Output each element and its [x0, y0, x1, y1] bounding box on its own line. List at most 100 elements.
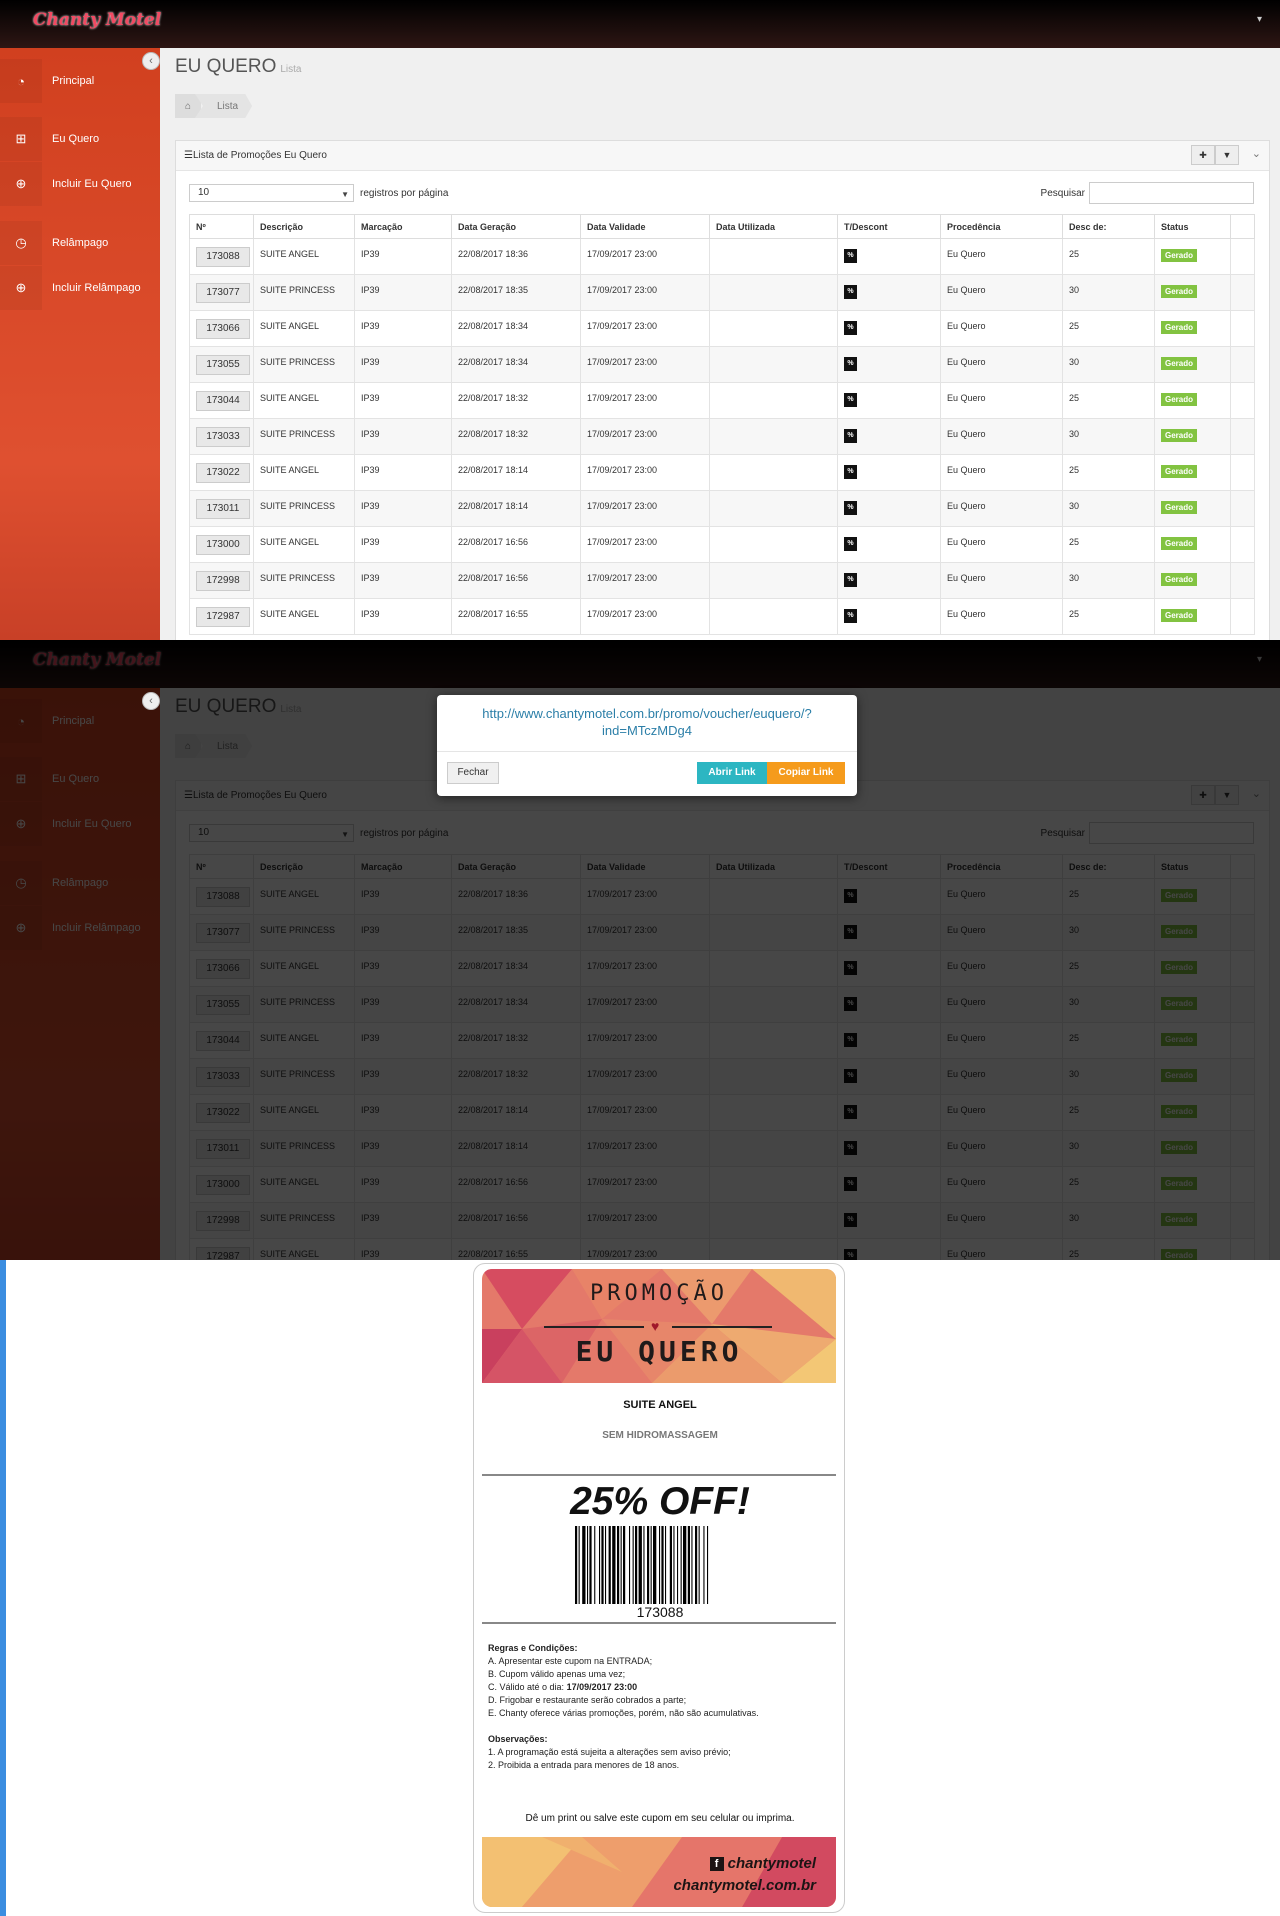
table-cell-marc: IP39: [354, 526, 452, 563]
table-cell-tipo: %: [837, 526, 941, 563]
column-header[interactable]: Nº: [189, 214, 254, 239]
status-badge: Gerado: [1161, 429, 1198, 442]
table-cell-desc: SUITE PRINCESS: [253, 346, 355, 383]
table-cell-status: Gerado: [1154, 454, 1231, 491]
percent-icon: %: [844, 429, 857, 443]
table-row: 172998SUITE PRINCESSIP3922/08/2017 16:56…: [189, 562, 1255, 599]
home-icon[interactable]: ⌂: [175, 94, 201, 118]
status-badge: Gerado: [1161, 501, 1198, 514]
voucher-id-button[interactable]: 172998: [196, 571, 250, 591]
table-cell-id: 173055: [189, 346, 254, 383]
table-cell-val: 17/09/2017 23:00: [580, 274, 710, 311]
table-cell-pct: 25: [1062, 238, 1155, 275]
barcode-bar: [629, 1526, 631, 1604]
sidebar-item-incluir-relâmpago[interactable]: ⊕ Incluir Relâmpago: [0, 266, 160, 310]
sidebar-item-principal[interactable]: ◔ Principal: [0, 59, 160, 103]
breadcrumb-item-lista[interactable]: Lista: [195, 94, 253, 118]
voucher-id-button[interactable]: 173022: [196, 463, 250, 483]
table-cell-pct: 25: [1062, 382, 1155, 419]
table-cell-gen: 22/08/2017 18:34: [451, 346, 581, 383]
user-menu-caret-icon[interactable]: ▾: [1257, 14, 1262, 25]
sidebar-item-eu-quero[interactable]: ⊞ Eu Quero: [0, 117, 160, 161]
table-cell-marc: IP39: [354, 274, 452, 311]
table-cell-val: 17/09/2017 23:00: [580, 418, 710, 455]
voucher-id-button[interactable]: 173077: [196, 283, 250, 303]
voucher-id-button[interactable]: 173011: [196, 499, 250, 519]
table-cell-status: Gerado: [1154, 346, 1231, 383]
table-row: 173055SUITE PRINCESSIP3922/08/2017 18:34…: [189, 346, 1255, 383]
discount-text: 25% OFF!: [570, 1480, 750, 1523]
voucher-id-button[interactable]: 173088: [196, 247, 250, 267]
table-cell-val: 17/09/2017 23:00: [580, 238, 710, 275]
voucher-id-button[interactable]: 173000: [196, 535, 250, 555]
column-header[interactable]: Marcação: [354, 214, 452, 239]
column-header[interactable]: Desc de:: [1062, 214, 1155, 239]
barcode-number: 173088: [636, 1604, 684, 1620]
table-cell-tipo: %: [837, 310, 941, 347]
logo[interactable]: Chanty Motel: [33, 10, 161, 30]
table-cell-status: Gerado: [1154, 238, 1231, 275]
voucher-id-button[interactable]: 173055: [196, 355, 250, 375]
clock-icon: ◷: [0, 221, 42, 265]
table-cell-desc: SUITE PRINCESS: [253, 562, 355, 599]
status-badge: Gerado: [1161, 321, 1198, 334]
voucher-id-button[interactable]: 173033: [196, 427, 250, 447]
percent-icon: %: [844, 573, 857, 587]
open-link-button[interactable]: Abrir Link: [697, 762, 767, 784]
column-header[interactable]: Descrição: [253, 214, 355, 239]
column-header[interactable]: Data Geração: [451, 214, 581, 239]
table-cell-id: 173066: [189, 310, 254, 347]
sidebar-item-relâmpago[interactable]: ◷ Relâmpago: [0, 221, 160, 265]
table-cell-desc: SUITE ANGEL: [253, 598, 355, 635]
table-cell-gen: 22/08/2017 18:36: [451, 238, 581, 275]
voucher-url[interactable]: http://www.chantymotel.com.br/promo/vouc…: [457, 705, 837, 739]
sidebar-item-label: Incluir Eu Quero: [52, 178, 132, 190]
barcode-bar: [677, 1526, 679, 1604]
status-badge: Gerado: [1161, 249, 1198, 262]
table-cell-marc: IP39: [354, 418, 452, 455]
table-cell-tipo: %: [837, 598, 941, 635]
voucher-id-button[interactable]: 173044: [196, 391, 250, 411]
barcode-bar: [650, 1526, 652, 1604]
table-cell-gen: 22/08/2017 18:14: [451, 490, 581, 527]
column-header-extra: [1230, 214, 1255, 239]
column-header[interactable]: Data Validade: [580, 214, 710, 239]
table-cell-val: 17/09/2017 23:00: [580, 598, 710, 635]
barcode-bar: [703, 1526, 705, 1604]
print-note: Dê um print ou salve este cupom em seu c…: [525, 1813, 795, 1824]
table-cell-desc: SUITE ANGEL: [253, 382, 355, 419]
table-cell-id: 173044: [189, 382, 254, 419]
expand-icon[interactable]: ✚: [1191, 145, 1215, 165]
percent-icon: %: [844, 609, 857, 623]
column-header[interactable]: Status: [1154, 214, 1231, 239]
column-header[interactable]: Data Utilizada: [709, 214, 838, 239]
filter-icon[interactable]: ▼: [1215, 145, 1239, 165]
app-shell: Chanty Motel ▾ ◔ Principal ⊞ Eu Quero ⊕ Inclu…: [0, 0, 1280, 640]
table-cell-proc: Eu Quero: [940, 310, 1063, 347]
table-row: 173088SUITE ANGELIP3922/08/2017 18:3617/…: [189, 238, 1255, 275]
voucher-id-button[interactable]: 173066: [196, 319, 250, 339]
sidebar-toggle-icon[interactable]: ‹: [142, 52, 160, 70]
sidebar-item-incluir-eu-quero[interactable]: ⊕ Incluir Eu Quero: [0, 162, 160, 206]
copy-link-button[interactable]: Copiar Link: [767, 762, 845, 784]
column-header[interactable]: T/Descont: [837, 214, 941, 239]
barcode-bar: [608, 1526, 611, 1604]
barcode-bar: [620, 1526, 622, 1604]
voucher-id-button[interactable]: 172987: [196, 607, 250, 627]
page-subtitle: Lista: [280, 64, 302, 75]
table-cell-desc: SUITE ANGEL: [253, 526, 355, 563]
column-header[interactable]: Procedência: [940, 214, 1063, 239]
page-length-select[interactable]: 10: [189, 184, 354, 203]
panel-tools: ✚ ▼: [1191, 145, 1239, 165]
suite-name: SUITE ANGEL: [623, 1399, 697, 1411]
barcode-bar: [632, 1526, 634, 1604]
promo-banner: ♥ PROMOÇÃO EU QUERO: [482, 1269, 836, 1383]
voucher-link-modal: http://www.chantymotel.com.br/promo/vouc…: [437, 695, 857, 796]
table-cell-tipo: %: [837, 346, 941, 383]
search-input[interactable]: [1089, 182, 1254, 204]
collapse-chevron-icon[interactable]: ⌄: [1252, 147, 1261, 160]
left-edge-bar: [0, 1260, 6, 1916]
close-button[interactable]: Fechar: [447, 762, 499, 784]
table-cell-val: 17/09/2017 23:00: [580, 382, 710, 419]
rule-item: D. Frigobar e restaurante serão cobrados…: [488, 1695, 687, 1705]
